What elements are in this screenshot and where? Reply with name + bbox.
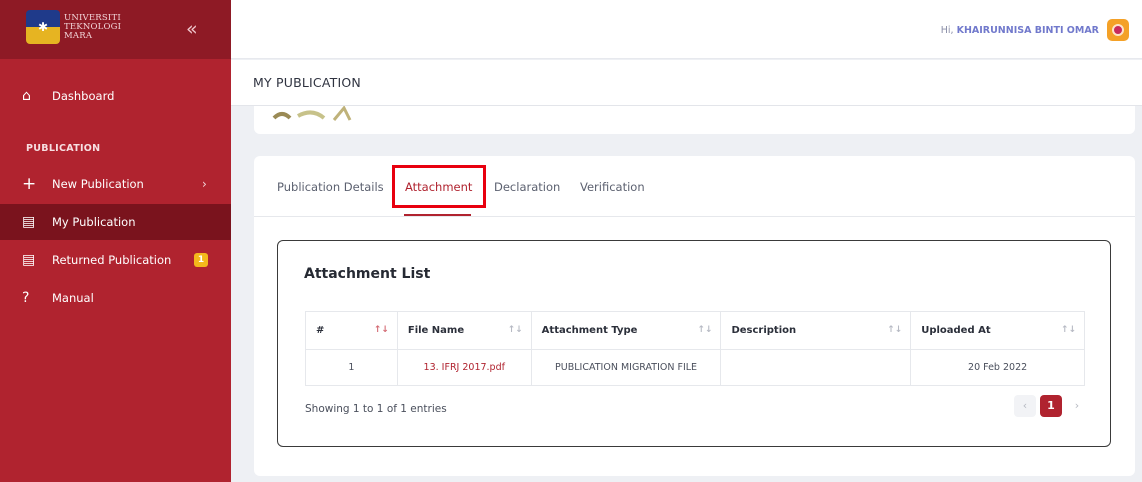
sidebar-item-dashboard[interactable]: ⌂ Dashboard: [0, 78, 231, 114]
sidebar-header: ✱ UNIVERSITI TEKNOLOGI MARA «: [0, 0, 231, 59]
page-title: MY PUBLICATION: [253, 75, 361, 90]
help-circle-icon: ?: [22, 290, 30, 306]
publication-summary-card: [254, 106, 1135, 134]
user-name: KHAIRUNNISA BINTI OMAR: [956, 24, 1099, 36]
page-title-bar: MY PUBLICATION: [231, 60, 1142, 106]
sidebar-item-my-publication[interactable]: ▤ My Publication: [0, 204, 231, 240]
sidebar-item-returned-publication[interactable]: ▤ Returned Publication 1: [0, 242, 231, 278]
sort-icon: ↑↓: [887, 325, 903, 335]
sidebar-item-label: Manual: [52, 291, 94, 305]
plus-icon: +: [22, 174, 37, 194]
user-menu[interactable]: Hi, KHAIRUNNISA BINTI OMAR: [941, 19, 1129, 41]
tab-bar: Publication Details Attachment Declarati…: [254, 156, 1135, 217]
column-header-attachment-type[interactable]: Attachment Type ↑↓: [530, 311, 722, 350]
page-1-button[interactable]: 1: [1040, 395, 1062, 417]
sort-icon: ↑↓: [507, 325, 523, 335]
sidebar-item-new-publication[interactable]: + New Publication ›: [0, 166, 231, 202]
sidebar-item-label: Dashboard: [52, 89, 115, 103]
avatar[interactable]: [1107, 19, 1129, 41]
sidebar-item-label: My Publication: [52, 215, 136, 229]
sort-icon: ↑↓: [373, 325, 389, 335]
uitm-logo[interactable]: ✱ UNIVERSITI TEKNOLOGI MARA: [26, 6, 124, 48]
clipboard-icon: ▤: [22, 214, 36, 230]
column-header-uploaded-at[interactable]: Uploaded At ↑↓: [910, 311, 1085, 350]
entries-info: Showing 1 to 1 of 1 entries: [305, 403, 447, 415]
clipboard-icon: ▤: [22, 252, 36, 268]
table-row: 1 13. IFRJ 2017.pdf PUBLICATION MIGRATIO…: [305, 349, 1085, 386]
tab-declaration[interactable]: Declaration: [494, 180, 560, 194]
column-header-number[interactable]: # ↑↓: [305, 311, 398, 350]
attachment-type: PUBLICATION MIGRATION FILE: [530, 349, 722, 386]
sidebar-item-label: New Publication: [52, 177, 144, 191]
row-number: 1: [305, 349, 398, 386]
tab-publication-details[interactable]: Publication Details: [277, 180, 384, 194]
highlight-box: [392, 165, 486, 208]
chevron-right-icon: ›: [202, 177, 207, 191]
pagination: ‹ 1 ›: [1010, 395, 1088, 417]
logo-text: UNIVERSITI TEKNOLOGI MARA: [64, 12, 122, 41]
sidebar-item-manual[interactable]: ? Manual: [0, 280, 231, 316]
active-tab-indicator: [404, 214, 471, 216]
uploaded-at: 20 Feb 2022: [910, 349, 1085, 386]
count-badge: 1: [194, 253, 208, 267]
home-icon: ⌂: [22, 88, 31, 104]
greeting: Hi,: [940, 24, 954, 36]
sidebar-item-label: Returned Publication: [52, 253, 172, 267]
crest-icon: ✱: [26, 10, 60, 44]
sidebar: ✱ UNIVERSITI TEKNOLOGI MARA « ⌂ Dashboar…: [0, 0, 231, 482]
file-link[interactable]: 13. IFRJ 2017.pdf: [396, 349, 532, 386]
top-bar: Hi, KHAIRUNNISA BINTI OMAR: [231, 0, 1142, 59]
column-header-description[interactable]: Description ↑↓: [720, 311, 912, 350]
next-page-button[interactable]: ›: [1066, 395, 1088, 417]
section-label-publication: PUBLICATION: [26, 143, 101, 154]
description: [720, 349, 912, 386]
sort-icon: ↑↓: [1060, 325, 1076, 335]
attachment-card: Publication Details Attachment Declarati…: [254, 156, 1135, 476]
attachment-list-title: Attachment List: [304, 266, 431, 282]
collapse-sidebar-icon[interactable]: «: [186, 18, 198, 40]
tab-verification[interactable]: Verification: [580, 180, 645, 194]
prev-page-button[interactable]: ‹: [1014, 395, 1036, 417]
attachment-list-panel: Attachment List # ↑↓ File Name ↑↓ Attachme…: [277, 240, 1111, 447]
decorative-image: [272, 106, 352, 121]
attachment-table: # ↑↓ File Name ↑↓ Attachment Type ↑↓ Descri…: [305, 311, 1085, 386]
column-header-file-name[interactable]: File Name ↑↓: [396, 311, 532, 350]
sort-icon: ↑↓: [697, 325, 713, 335]
